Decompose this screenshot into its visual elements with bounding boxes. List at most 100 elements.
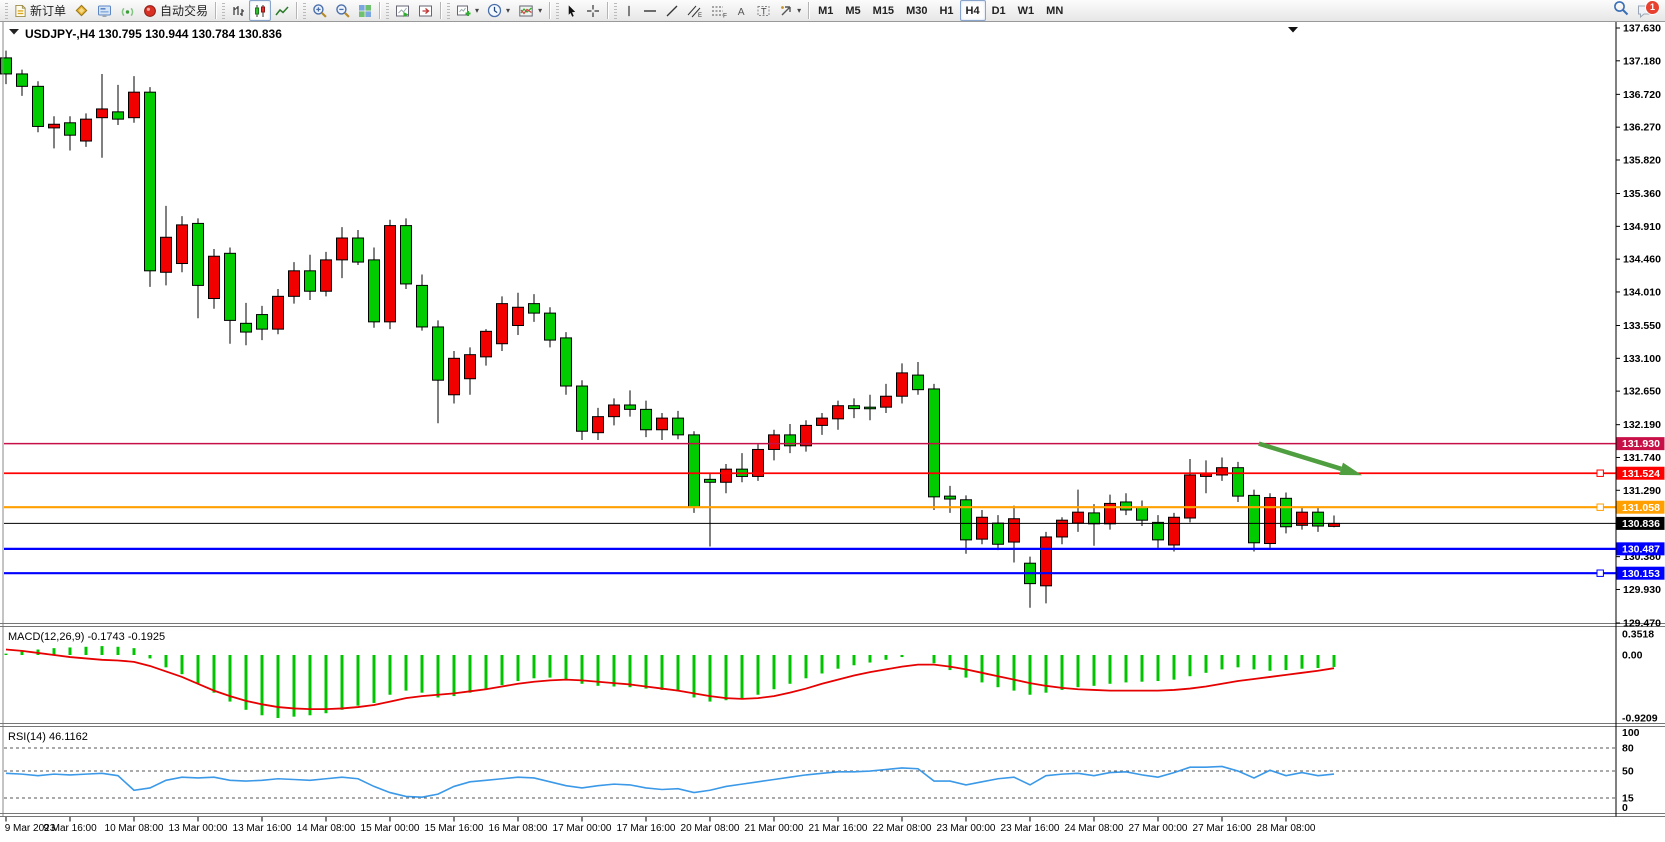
candle[interactable]: [305, 271, 316, 291]
candle[interactable]: [625, 405, 636, 409]
candle[interactable]: [417, 285, 428, 327]
timeframe-m1-button[interactable]: M1: [812, 0, 839, 21]
candle[interactable]: [1057, 520, 1068, 537]
candle[interactable]: [657, 418, 668, 430]
candle[interactable]: [193, 223, 204, 285]
candle[interactable]: [145, 92, 156, 271]
candle[interactable]: [529, 304, 540, 313]
arrows-button[interactable]: ▾: [775, 0, 805, 21]
candle[interactable]: [113, 112, 124, 119]
timeframe-w1-button[interactable]: W1: [1012, 0, 1041, 21]
terminal-button[interactable]: [93, 0, 116, 21]
search-icon[interactable]: [1613, 0, 1629, 21]
candle[interactable]: [1121, 502, 1132, 510]
vertical-line-button[interactable]: [619, 0, 639, 21]
candle[interactable]: [321, 260, 332, 291]
candle[interactable]: [385, 226, 396, 322]
toolbar-grip[interactable]: [221, 3, 225, 19]
zoom-in-button[interactable]: [308, 0, 331, 21]
zoom-out-button[interactable]: [331, 0, 354, 21]
candle[interactable]: [289, 271, 300, 297]
candle[interactable]: [1, 58, 12, 74]
chart-shift-button[interactable]: [414, 0, 437, 21]
candle[interactable]: [1089, 513, 1100, 524]
candle[interactable]: [1137, 507, 1148, 520]
candle[interactable]: [977, 517, 988, 539]
templates-button[interactable]: ▾: [514, 0, 546, 21]
candle[interactable]: [1153, 522, 1164, 540]
timeframe-d1-button[interactable]: D1: [986, 0, 1012, 21]
candle[interactable]: [17, 74, 28, 86]
candlestick-chart-button[interactable]: [249, 0, 271, 21]
timeframe-mn-button[interactable]: MN: [1040, 0, 1069, 21]
candle[interactable]: [1313, 512, 1324, 526]
candle[interactable]: [769, 435, 780, 450]
text-label-button[interactable]: T: [752, 0, 775, 21]
dropdown-caret-icon[interactable]: ▾: [506, 6, 510, 15]
candle[interactable]: [1281, 498, 1292, 526]
candle[interactable]: [97, 109, 108, 118]
bar-chart-button[interactable]: [227, 0, 249, 21]
candle[interactable]: [961, 500, 972, 540]
chart-window[interactable]: 137.630137.180136.720136.270135.820135.3…: [0, 22, 1665, 842]
candle[interactable]: [209, 256, 220, 298]
candle[interactable]: [257, 315, 268, 330]
dropdown-caret-icon[interactable]: ▾: [797, 6, 801, 15]
candle[interactable]: [641, 409, 652, 429]
autotrade-button[interactable]: 自动交易: [139, 0, 212, 21]
candle[interactable]: [161, 237, 172, 272]
text-button[interactable]: A: [731, 0, 752, 21]
trendline-button[interactable]: [661, 0, 683, 21]
candle[interactable]: [513, 307, 524, 325]
periods-button[interactable]: ▾: [483, 0, 514, 21]
price-chart[interactable]: 137.630137.180136.720136.270135.820135.3…: [0, 22, 1665, 842]
toolbar-grip[interactable]: [385, 3, 389, 19]
chat-button[interactable]: 1: [1636, 3, 1653, 19]
candle[interactable]: [273, 296, 284, 329]
candle[interactable]: [1233, 468, 1244, 496]
candle[interactable]: [913, 375, 924, 390]
candle[interactable]: [673, 418, 684, 435]
fibonacci-button[interactable]: F: [707, 0, 731, 21]
candle[interactable]: [897, 373, 908, 396]
tile-windows-button[interactable]: [354, 0, 376, 21]
level-handle[interactable]: [1597, 570, 1603, 576]
level-handle[interactable]: [1597, 504, 1603, 510]
candle[interactable]: [1185, 475, 1196, 518]
candle[interactable]: [49, 124, 60, 128]
new-chart-button[interactable]: ▾: [452, 0, 483, 21]
candle[interactable]: [225, 253, 236, 320]
candle[interactable]: [465, 355, 476, 379]
dropdown-caret-icon[interactable]: ▾: [475, 6, 479, 15]
candle[interactable]: [721, 469, 732, 482]
signals-button[interactable]: [116, 0, 139, 21]
level-handle[interactable]: [1597, 470, 1603, 476]
candle[interactable]: [561, 338, 572, 386]
new-order-button[interactable]: 新订单: [10, 0, 70, 21]
cursor-button[interactable]: [561, 0, 582, 21]
candle[interactable]: [865, 407, 876, 409]
candle[interactable]: [1041, 537, 1052, 586]
crosshair-button[interactable]: [582, 0, 604, 21]
candle[interactable]: [1249, 495, 1260, 542]
toolbar-grip[interactable]: [446, 3, 450, 19]
candle[interactable]: [449, 358, 460, 394]
toolbar-grip[interactable]: [302, 3, 306, 19]
candle[interactable]: [849, 406, 860, 409]
timeframe-h4-button[interactable]: H4: [960, 0, 986, 21]
timeframe-m15-button[interactable]: M15: [867, 0, 900, 21]
candle[interactable]: [833, 406, 844, 419]
candle[interactable]: [593, 417, 604, 433]
candle[interactable]: [433, 327, 444, 380]
candle[interactable]: [177, 225, 188, 264]
candle[interactable]: [945, 496, 956, 499]
timeframe-m5-button[interactable]: M5: [839, 0, 866, 21]
candle[interactable]: [817, 418, 828, 425]
candle[interactable]: [545, 313, 556, 340]
candle[interactable]: [241, 323, 252, 332]
candle[interactable]: [481, 331, 492, 357]
candle[interactable]: [1073, 512, 1084, 523]
candle[interactable]: [689, 435, 700, 507]
market-watch-button[interactable]: [70, 0, 93, 21]
candle[interactable]: [1009, 519, 1020, 542]
